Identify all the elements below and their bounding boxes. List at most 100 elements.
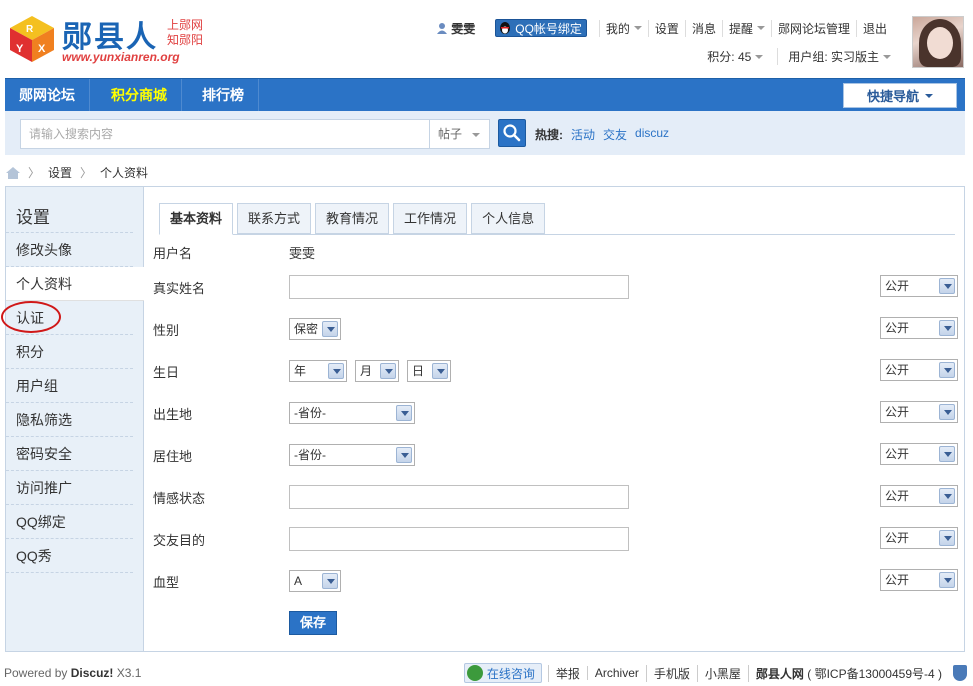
home-icon[interactable] <box>6 166 20 179</box>
blood-select[interactable]: A <box>289 570 341 592</box>
sidebar-item-qq-bind[interactable]: QQ绑定 <box>6 505 133 539</box>
username-text: 雯雯 <box>451 21 476 36</box>
sidebar-item-promotion[interactable]: 访问推广 <box>6 471 133 505</box>
sidebar-item-avatar[interactable]: 修改头像 <box>6 233 133 267</box>
chevron-down-icon <box>755 54 764 59</box>
messages-link[interactable]: 消息 <box>684 19 722 37</box>
usergroup-menu[interactable]: 用户组: 实习版主 <box>777 48 901 65</box>
settings-frame: 设置 修改头像 个人资料 认证 积分 用户组 隐私筛选 密码安全 访问推广 QQ… <box>1 186 965 652</box>
hot-link[interactable]: 交友 <box>603 126 627 143</box>
settings-link[interactable]: 设置 <box>647 19 685 37</box>
sidebar-item-qq-show[interactable]: QQ秀 <box>6 539 133 573</box>
tab-personal[interactable]: 个人信息 <box>471 203 546 234</box>
brand-tagline: 上郧网 知郧阳 <box>167 18 203 48</box>
nav-tab-forum[interactable]: 郧网论坛 <box>5 79 90 112</box>
dropdown-arrow-icon <box>939 278 955 294</box>
breadcrumb-settings[interactable]: 设置 <box>48 164 72 181</box>
birthplace-province-select[interactable]: -省份- <box>289 402 415 424</box>
logout-link[interactable]: 退出 <box>855 19 893 37</box>
qq-penguin-icon <box>500 22 511 34</box>
privacy-select[interactable]: 公开 <box>880 317 958 339</box>
footer-link-mobile[interactable]: 手机版 <box>645 664 697 682</box>
username-link[interactable]: 雯雯 <box>430 20 481 37</box>
chevron-down-icon <box>883 54 891 59</box>
logo-cube-icon[interactable]: R Y X <box>8 14 56 64</box>
discuz-link[interactable]: Discuz! <box>71 666 114 680</box>
reminders-menu[interactable]: 提醒 <box>721 19 771 37</box>
quick-nav-label: 快捷导航 <box>866 89 919 104</box>
blood-value: A <box>294 574 303 588</box>
gender-select[interactable]: 保密 <box>289 318 341 340</box>
tagline-1: 上郧网 <box>167 18 204 32</box>
tab-contact[interactable]: 联系方式 <box>237 203 312 234</box>
privacy-select[interactable]: 公开 <box>880 359 958 381</box>
chevron-down-icon <box>925 93 933 98</box>
sidebar-item-password[interactable]: 密码安全 <box>6 437 133 471</box>
privacy-select[interactable]: 公开 <box>880 569 958 591</box>
sidebar-item-usergroup[interactable]: 用户组 <box>6 369 133 403</box>
points-menu[interactable]: 积分: 45 <box>697 48 773 65</box>
purpose-input[interactable] <box>289 527 629 551</box>
birth-month-select[interactable]: 月 <box>355 360 399 382</box>
breadcrumb-separator: 〉 <box>28 166 41 180</box>
realname-input[interactable] <box>289 275 629 299</box>
search-input[interactable]: 请输入搜索内容 <box>20 119 430 149</box>
svg-text:Y: Y <box>16 43 24 55</box>
sidebar-item-privacy[interactable]: 隐私筛选 <box>6 403 133 437</box>
sidebar-item-credits[interactable]: 积分 <box>6 335 133 369</box>
icp-link[interactable]: ( 鄂ICP备13000459号-4 ) <box>807 667 942 681</box>
province-value: -省份- <box>294 406 326 420</box>
usergroup-label: 用户组: 实习版主 <box>788 50 879 64</box>
sidebar-item-verify[interactable]: 认证 <box>1 301 133 335</box>
profile-panel: 基本资料 联系方式 教育情况 工作情况 个人信息 用户名 雯雯 真实姓名 公开 … <box>145 187 964 651</box>
quick-nav-button[interactable]: 快捷导航 <box>843 83 957 108</box>
hot-link[interactable]: 活动 <box>571 126 595 143</box>
my-menu[interactable]: 我的 <box>598 19 648 37</box>
tab-basic[interactable]: 基本资料 <box>159 203 234 235</box>
footer-link-report[interactable]: 举报 <box>547 664 587 682</box>
chat-icon <box>466 665 483 681</box>
tab-work[interactable]: 工作情况 <box>393 203 468 234</box>
tab-education[interactable]: 教育情况 <box>315 203 390 234</box>
search-button[interactable] <box>498 119 526 147</box>
privacy-select[interactable]: 公开 <box>880 443 958 465</box>
footer-link-archiver[interactable]: Archiver <box>586 666 646 680</box>
row-realname: 真实姓名 公开 <box>153 275 958 299</box>
footer-link-blackroom[interactable]: 小黑屋 <box>696 664 748 682</box>
powered-text: Powered by <box>4 666 68 680</box>
privacy-select[interactable]: 公开 <box>880 275 958 297</box>
chevron-down-icon <box>756 26 765 30</box>
footer-site-name[interactable]: 郧县人网 ( 鄂ICP备13000459号-4 ) <box>747 664 949 682</box>
birth-day-select[interactable]: 日 <box>407 360 451 382</box>
privacy-select[interactable]: 公开 <box>880 401 958 423</box>
residence-province-select[interactable]: -省份- <box>289 444 415 466</box>
row-birthplace: 出生地 -省份- 公开 <box>153 401 958 425</box>
avatar[interactable] <box>912 16 964 68</box>
birth-year-select[interactable]: 年 <box>289 360 347 382</box>
forum-admin-link[interactable]: 郧网论坛管理 <box>770 19 856 37</box>
privacy-select[interactable]: 公开 <box>880 485 958 507</box>
shield-icon[interactable] <box>953 665 967 681</box>
gender-label: 性别 <box>153 322 180 338</box>
dropdown-arrow-icon <box>939 362 955 378</box>
my-label: 我的 <box>605 21 630 36</box>
online-consult-button[interactable]: 在线咨询 <box>463 663 542 683</box>
breadcrumb: 〉 设置 〉 个人资料 <box>6 164 148 181</box>
nav-tab-ranking[interactable]: 排行榜 <box>188 79 259 112</box>
sidebar-item-profile[interactable]: 个人资料 <box>6 267 144 301</box>
dropdown-arrow-icon <box>939 320 955 336</box>
privacy-select[interactable]: 公开 <box>880 527 958 549</box>
nav-tab-points-mall[interactable]: 积分商城 <box>97 79 182 112</box>
realname-label: 真实姓名 <box>153 280 206 296</box>
highlight-circle <box>1 301 61 333</box>
save-button[interactable]: 保存 <box>289 611 337 635</box>
hot-link[interactable]: discuz <box>635 126 669 143</box>
qq-bind-button[interactable]: QQ帐号绑定 <box>495 19 587 37</box>
blood-label: 血型 <box>153 574 180 590</box>
dropdown-arrow-icon <box>396 405 412 421</box>
search-type-select[interactable]: 帖子 <box>430 119 490 149</box>
privacy-value: 公开 <box>885 531 910 545</box>
row-emotion: 情感状态 公开 <box>153 485 958 509</box>
emotion-input[interactable] <box>289 485 629 509</box>
settings-sidebar: 设置 修改头像 个人资料 认证 积分 用户组 隐私筛选 密码安全 访问推广 QQ… <box>1 187 144 651</box>
